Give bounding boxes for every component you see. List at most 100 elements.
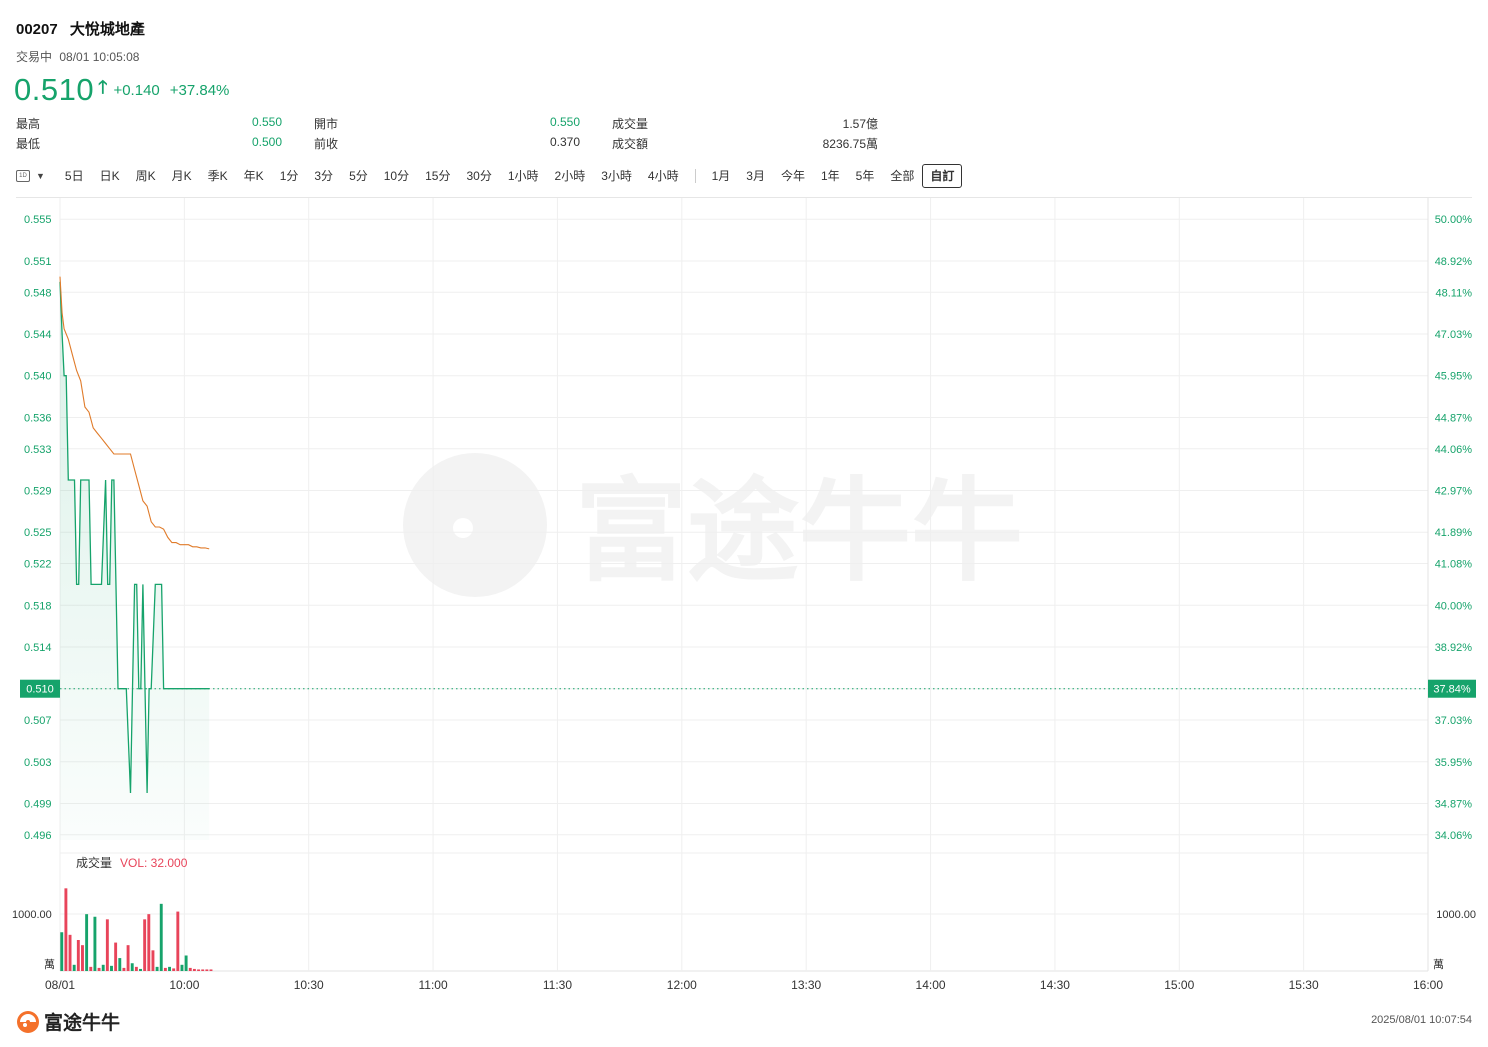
pct-tick-label: 41.89% — [1435, 527, 1473, 539]
tab-19[interactable]: 1年 — [813, 165, 848, 187]
footer-timestamp: 2025/08/01 10:07:54 — [1371, 1014, 1472, 1026]
current-pct-tag-text: 37.84% — [1433, 684, 1471, 696]
tab-9[interactable]: 10分 — [376, 165, 417, 187]
price-area — [60, 281, 210, 840]
volume-bar — [114, 942, 118, 971]
x-tick-label: 11:30 — [543, 978, 572, 992]
period-tabs: 1D ▼ 5日 日K 周K 月K 季K 年K 1分 3分 5分 10分 15分 30分 1小時 2小時 3小… — [16, 164, 963, 188]
tab-14[interactable]: 3小時 — [593, 165, 640, 187]
x-tick-label: 10:00 — [169, 978, 199, 992]
volume-bar — [155, 966, 159, 971]
volume-bar — [188, 967, 192, 971]
tab-13[interactable]: 2小時 — [547, 165, 594, 187]
tab-17[interactable]: 3月 — [738, 165, 773, 187]
tab-7[interactable]: 3分 — [306, 165, 341, 187]
x-tick-label: 08/01 — [45, 978, 75, 992]
volume-value: 1.57億 — [842, 117, 878, 131]
intraday-chart: 富途牛牛0.5550.5510.5480.5440.5400.5360.5330… — [12, 198, 1476, 992]
x-tick-label: 16:00 — [1413, 978, 1443, 992]
pct-tick-label: 44.87% — [1435, 412, 1473, 424]
tab-0[interactable]: 5日 — [57, 165, 92, 187]
pct-tick-label: 50.00% — [1435, 214, 1473, 226]
current-price-tag-text: 0.510 — [26, 684, 54, 696]
tab-10[interactable]: 15分 — [417, 165, 458, 187]
trade-status: 交易中 08/01 10:05:08 — [16, 48, 143, 65]
price-tick-label: 0.551 — [24, 256, 52, 268]
volume-bar — [168, 966, 171, 971]
volume-bar — [122, 967, 126, 971]
volume-bar — [172, 968, 176, 971]
prev-close-value: 0.370 — [549, 135, 580, 149]
volume-bar — [180, 964, 184, 971]
volume-bar — [60, 932, 64, 971]
pct-tick-label: 42.97% — [1435, 485, 1473, 497]
pct-tick-label: 34.87% — [1435, 798, 1473, 810]
pct-tick-label: 45.95% — [1435, 371, 1473, 383]
pct-tick-label: 47.03% — [1435, 329, 1473, 341]
volume-bar — [72, 964, 76, 971]
calendar-icon: 1D — [16, 170, 30, 182]
volume-bar — [118, 958, 122, 971]
pct-tick-label: 38.92% — [1435, 642, 1473, 654]
tab-20[interactable]: 5年 — [848, 165, 883, 187]
volume-bar — [205, 969, 209, 971]
x-tick-label: 13:30 — [791, 978, 821, 992]
tab-1[interactable]: 日K — [92, 165, 128, 187]
volume-bar — [184, 955, 188, 971]
price-tick-label: 0.518 — [24, 600, 52, 612]
futu-logo-icon — [17, 1010, 39, 1033]
tab-21[interactable]: 全部 — [882, 165, 922, 187]
volume-bar — [89, 966, 93, 971]
tab-11[interactable]: 30分 — [458, 165, 499, 187]
x-tick-label: 11:00 — [419, 978, 448, 992]
high-value: 0.550 — [251, 115, 282, 129]
volume-title: 成交量 — [76, 855, 112, 870]
pct-tick-label: 48.11% — [1436, 287, 1473, 299]
volume-bar — [143, 919, 147, 971]
tab-22[interactable]: 自訂 — [922, 164, 963, 188]
tab-16[interactable]: 1月 — [704, 165, 739, 187]
volume-bar — [110, 965, 113, 971]
tab-2[interactable]: 周K — [128, 165, 164, 187]
volume-value-label: VOL: 32.000 — [120, 856, 188, 870]
price-tick-label: 0.529 — [24, 485, 52, 497]
price-tick-label: 0.536 — [24, 412, 52, 424]
volume-bar — [176, 911, 180, 971]
status-text: 交易中 — [16, 50, 53, 64]
pct-tick-label: 35.95% — [1435, 757, 1473, 769]
footer-logo-text: 富途牛牛 — [44, 1013, 121, 1034]
volume-bar — [64, 888, 68, 971]
volume-bar — [201, 969, 205, 971]
tab-8[interactable]: 5分 — [341, 165, 376, 187]
stock-name: 大悅城地產 — [69, 21, 145, 38]
tab-5[interactable]: 年K — [236, 165, 272, 187]
price-tick-label: 0.544 — [24, 329, 52, 341]
tab-12[interactable]: 1小時 — [500, 165, 547, 187]
tab-18[interactable]: 今年 — [773, 165, 813, 187]
volume-bar — [197, 969, 201, 971]
footer-logo: 富途牛牛 — [16, 1008, 120, 1035]
pct-tick-label: 41.08% — [1435, 559, 1473, 571]
tab-3[interactable]: 月K — [164, 165, 200, 187]
x-tick-label: 15:00 — [1164, 978, 1194, 992]
x-tick-label: 14:00 — [916, 978, 946, 992]
low-value: 0.500 — [251, 135, 282, 149]
volume-bar — [139, 968, 142, 971]
up-arrow-icon: 🡑 — [98, 77, 108, 97]
pct-tick-label: 37.03% — [1435, 715, 1473, 727]
stock-code: 00207 — [16, 21, 58, 38]
pct-tick-label: 48.92% — [1435, 256, 1473, 268]
turnover-label: 成交額 — [612, 137, 649, 151]
volume-bar — [97, 967, 101, 971]
volume-bar — [105, 919, 109, 971]
volume-bar — [209, 969, 213, 971]
price-tick-label: 0.533 — [24, 444, 52, 456]
x-tick-label: 14:30 — [1040, 978, 1070, 992]
tab-15[interactable]: 4小時 — [640, 165, 687, 187]
low-label: 最低 — [16, 137, 41, 151]
tab-4[interactable]: 季K — [200, 165, 236, 187]
volume-bar — [159, 903, 163, 971]
last-price: 0.510 — [14, 72, 95, 107]
period-selector[interactable]: 1D ▼ — [16, 170, 45, 182]
tab-6[interactable]: 1分 — [272, 165, 307, 187]
